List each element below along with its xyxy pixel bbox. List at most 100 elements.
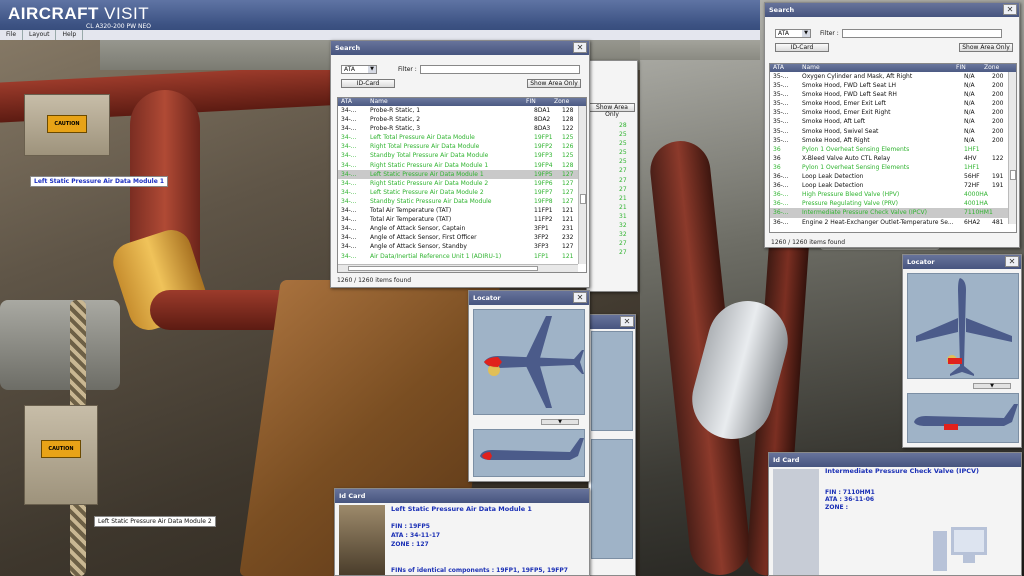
table-row[interactable]: 34-... Left Total Pressure Air Data Modul… (338, 133, 586, 142)
menu-bar: File Layout Help (0, 30, 760, 40)
table-row[interactable]: 34-... Standby Static Pressure Air Data M… (338, 197, 586, 206)
table-header: ATA Name FIN Zone (338, 98, 586, 106)
cell-ata: 35-... (773, 136, 789, 144)
table-row[interactable]: 34-... Standby Total Pressure Air Data Mo… (338, 151, 586, 160)
cell-ata: 35-... (773, 82, 789, 90)
label-static-module-2[interactable]: Left Static Pressure Air Data Module 2 (94, 516, 216, 527)
table-row[interactable]: 35-... Oxygen Cylinder and Mask, Aft Righ… (770, 72, 1016, 81)
bg-show-area-button[interactable]: Show Area Only (589, 103, 635, 118)
menu-file[interactable]: File (0, 30, 24, 40)
filter-input[interactable] (419, 65, 580, 74)
table-row[interactable]: 34-... Angle of Attack Sensor, Captain 3FP… (338, 224, 586, 233)
table-row[interactable]: 34-... Total Air Temperature (TAT) 11FP1 12… (338, 206, 586, 215)
ata-select[interactable]: ATA ▼ (341, 65, 377, 74)
cell-name: Probe-R Static, 2 (370, 116, 421, 124)
table-row[interactable]: 34-... Probe-R Static, 2 8DA2 128 (338, 115, 586, 124)
scroll-thumb[interactable] (1010, 170, 1016, 180)
table-row[interactable]: 36-... Pressure Regulating Valve (PRV) 400… (770, 199, 1016, 208)
table-row[interactable]: 34-... Left Static Pressure Air Data Modu… (338, 188, 586, 197)
ata-select-right[interactable]: ATA ▼ (775, 29, 811, 38)
col-fin[interactable]: FIN (526, 98, 554, 106)
close-icon[interactable]: ✕ (573, 292, 587, 303)
table-row[interactable]: 34-... Total Air Temperature (TAT) 11FP2 12… (338, 215, 586, 224)
col-fin[interactable]: FIN (956, 64, 984, 72)
table-header-right: ATA Name FIN Zone (770, 64, 1016, 72)
caution-plate-2: CAUTION (41, 440, 81, 458)
cell-fin: 3FP1 (534, 225, 549, 233)
col-name[interactable]: Name (358, 98, 526, 106)
table-row[interactable]: 35-... Smoke Hood, Emer Exit Right N/A 200 (770, 108, 1016, 117)
show-area-only-button[interactable]: Show Area Only (527, 79, 581, 88)
table-row[interactable]: 34-... Air Data/Inertial Reference Unit 1… (338, 252, 586, 261)
id-card-button[interactable]: ID-Card (341, 79, 395, 88)
table-row[interactable]: 36-... High Pressure Bleed Valve (HPV) 400… (770, 190, 1016, 199)
close-icon[interactable]: ✕ (1005, 256, 1019, 267)
table-row[interactable]: 34-... Angle of Attack Sensor, Standby 3FP… (338, 242, 586, 251)
close-icon[interactable]: ✕ (573, 42, 587, 53)
cell-fin: 11FP2 (534, 216, 553, 224)
horizontal-scrollbar[interactable] (338, 264, 578, 272)
cell-fin: N/A (964, 82, 975, 90)
locator-top-view-right[interactable] (907, 273, 1019, 379)
table-row[interactable]: 36-... Intermediate Pressure Check Valve … (770, 208, 1016, 218)
bg-zone-cell: 27 (619, 167, 627, 175)
air-data-module-1[interactable]: CAUTION (24, 94, 110, 156)
table-row[interactable]: 35-... Smoke Hood, Emer Exit Left N/A 200 (770, 99, 1016, 108)
results-table-right[interactable]: ATA Name FIN Zone 35-... Oxygen Cylinder … (769, 63, 1017, 233)
table-row[interactable]: 36-... Engine 2 Heat-Exchanger Outlet-Tem… (770, 218, 1016, 227)
cell-ata: 36-... (773, 218, 789, 226)
table-row[interactable]: 36 X-Bleed Valve Auto CTL Relay 4HV 122 (770, 154, 1016, 163)
background-search-panel[interactable]: Show Area Only 28 25 25 25 25 27 27 27 21 21 31 32 3… (586, 60, 638, 292)
cell-ata: 34-... (341, 116, 357, 124)
filter-input-right[interactable] (841, 29, 1002, 38)
col-ata[interactable]: ATA (770, 64, 790, 72)
view-splitter[interactable]: ▼ (541, 419, 579, 425)
component-thumbnail[interactable] (339, 505, 385, 575)
show-area-only-button-right[interactable]: Show Area Only (959, 43, 1013, 52)
table-row[interactable]: 35-... Smoke Hood, Aft Left N/A 200 (770, 117, 1016, 126)
cell-name: Smoke Hood, Aft Right (802, 136, 870, 144)
locator-top-view[interactable] (473, 309, 585, 415)
table-row[interactable]: 34-... Right Static Pressure Air Data Mod… (338, 161, 586, 170)
id-card-zone-right: ZONE : (825, 504, 849, 511)
locator-side-view[interactable] (473, 429, 585, 477)
close-icon[interactable]: ✕ (620, 316, 634, 327)
view-splitter-right[interactable]: ▼ (973, 383, 1011, 389)
col-zone[interactable]: Zone (554, 98, 586, 106)
id-card-button-right[interactable]: ID-Card (775, 43, 829, 52)
table-row[interactable]: 36 Pylon 1 Overheat Sensing Elements 1HF1 (770, 145, 1016, 154)
cell-name: Smoke Hood, Emer Exit Left (802, 100, 886, 108)
air-data-module-2[interactable]: CAUTION (24, 405, 98, 505)
table-row[interactable]: 34-... Right Static Pressure Air Data Mod… (338, 179, 586, 188)
menu-help[interactable]: Help (56, 30, 84, 40)
component-thumbnail-right[interactable] (773, 469, 819, 575)
table-row[interactable]: 34-... Angle of Attack Sensor, First Offi… (338, 233, 586, 242)
computer-icon (933, 527, 987, 571)
menu-layout[interactable]: Layout (23, 30, 57, 40)
close-icon[interactable]: ✕ (1003, 4, 1017, 15)
cell-name: Angle of Attack Sensor, First Officer (370, 234, 477, 242)
col-zone[interactable]: Zone (984, 64, 1016, 72)
table-row[interactable]: 34-... Left Static Pressure Air Data Modu… (338, 169, 586, 179)
col-name[interactable]: Name (790, 64, 956, 72)
table-row[interactable]: 34-... Right Total Pressure Air Data Modu… (338, 142, 586, 151)
cell-ata: 35-... (773, 109, 789, 117)
cell-ata: 35-... (773, 91, 789, 99)
locator-side-view-right[interactable] (907, 393, 1019, 443)
table-row[interactable]: 36-... Loop Leak Detection 56HF 191 (770, 172, 1016, 181)
vertical-scrollbar[interactable] (578, 106, 586, 264)
label-static-module-1[interactable]: Left Static Pressure Air Data Module 1 (30, 176, 169, 187)
table-row[interactable]: 35-... Smoke Hood, Aft Right N/A 200 (770, 136, 1016, 145)
table-row[interactable]: 36 Pylon 1 Overheat Sensing Elements 1HF1 (770, 163, 1016, 172)
table-row[interactable]: 34-... Probe-R Static, 3 8DA3 122 (338, 124, 586, 133)
table-row[interactable]: 36-... Loop Leak Detection 72HF 191 (770, 181, 1016, 190)
table-row[interactable]: 34-... Probe-R Static, 1 8DA1 128 (338, 106, 586, 115)
scroll-thumb[interactable] (580, 194, 586, 204)
hscroll-thumb[interactable] (348, 266, 538, 271)
results-table[interactable]: ATA Name FIN Zone 34-... Probe-R Static, … (337, 97, 587, 273)
col-ata[interactable]: ATA (338, 98, 358, 106)
vertical-scrollbar[interactable] (1008, 72, 1016, 224)
table-row[interactable]: 35-... Smoke Hood, FWD Left Seat RH N/A 200 (770, 90, 1016, 99)
table-row[interactable]: 35-... Smoke Hood, FWD Left Seat LH N/A 200 (770, 81, 1016, 90)
table-row[interactable]: 35-... Smoke Hood, Swivel Seat N/A 200 (770, 127, 1016, 136)
